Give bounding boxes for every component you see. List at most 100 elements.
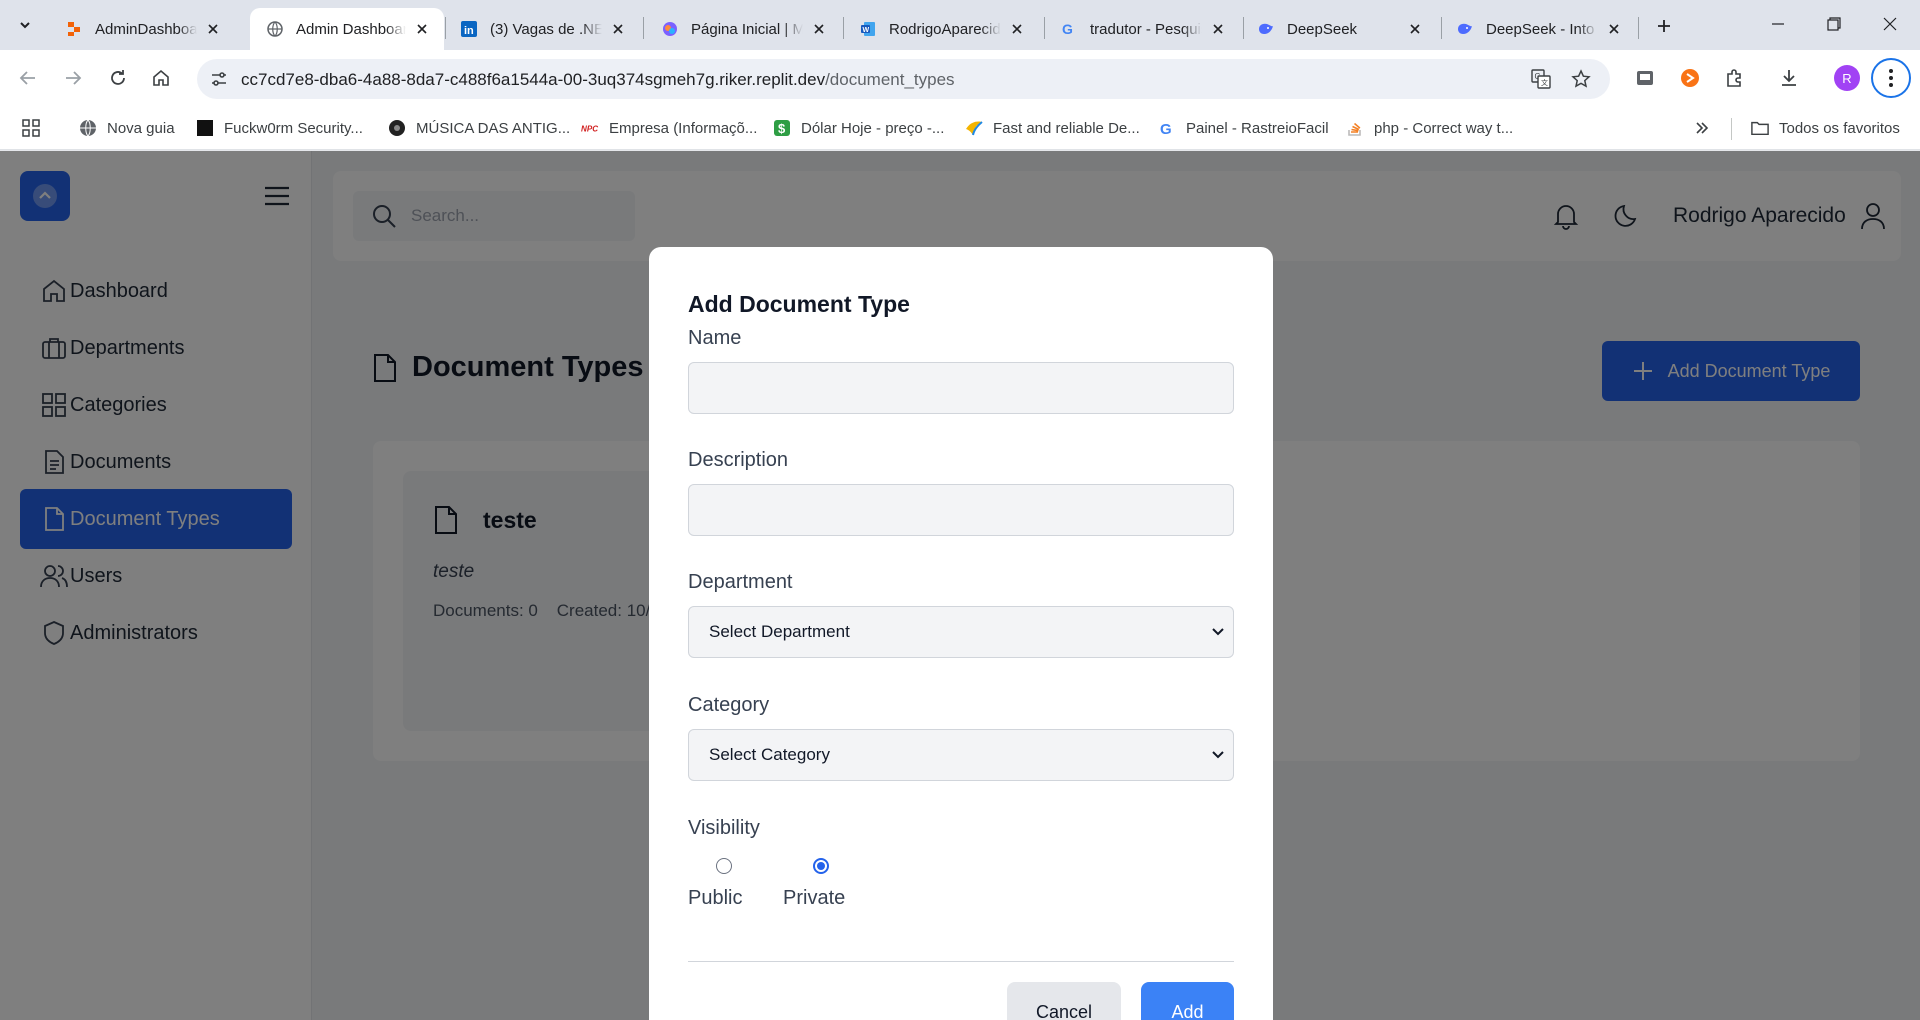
bookmarks-separator [1731, 118, 1732, 140]
browser-tab[interactable]: in (3) Vagas de .NET [444, 8, 640, 50]
more-bookmarks-chevron-icon[interactable] [1694, 117, 1710, 139]
browser-tab-strip: AdminDashboard Admin Dashboard in (3) Va… [0, 0, 1920, 50]
site-info-icon[interactable] [207, 67, 231, 91]
restore-icon[interactable] [1806, 0, 1862, 48]
category-select[interactable]: Select Category [688, 729, 1234, 781]
tab-close-icon[interactable] [1007, 19, 1027, 39]
bookmark-item[interactable]: php - Correct way t... [1346, 117, 1513, 139]
browser-menu-icon[interactable] [1871, 58, 1911, 98]
visibility-public-label[interactable]: Public [688, 887, 742, 910]
bookmark-item[interactable]: Fast and reliable De... [965, 117, 1140, 139]
visibility-private-label[interactable]: Private [783, 887, 845, 910]
tab-separator [1044, 17, 1045, 39]
browser-tab[interactable]: W RodrigoAparecido [843, 8, 1039, 50]
bookmark-label: MÚSICA DAS ANTIG... [416, 119, 571, 137]
browser-tab[interactable]: DeepSeek [1241, 8, 1437, 50]
tab-close-icon[interactable] [203, 19, 223, 39]
bookmark-label: Empresa (Informaçõ... [609, 119, 758, 137]
extension-cast-icon[interactable] [1632, 65, 1658, 91]
stackoverflow-icon [1346, 119, 1364, 137]
download-icon[interactable] [1776, 65, 1802, 91]
all-bookmarks-label: Todos os favoritos [1779, 119, 1900, 137]
description-label: Description [688, 449, 789, 471]
browser-tab[interactable]: AdminDashboard [49, 8, 235, 50]
browser-tab[interactable]: G tradutor - Pesquisa Google [1044, 8, 1240, 50]
npc-icon: NPC [581, 119, 599, 137]
translate-icon[interactable]: G文 [1530, 68, 1552, 90]
bookmark-star-icon[interactable] [1570, 68, 1592, 90]
url-path: /document_types [825, 70, 955, 89]
new-tab-icon[interactable] [1651, 13, 1677, 39]
svg-text:W: W [863, 27, 870, 34]
microsoft365-icon [661, 20, 679, 38]
browser-tab[interactable]: DeepSeek - Into the Unknown [1440, 8, 1636, 50]
tab-separator [1243, 17, 1244, 39]
deepseek-icon [1456, 20, 1474, 38]
apps-grid-icon[interactable] [22, 117, 40, 139]
visibility-label: Visibility [688, 817, 760, 839]
reload-icon[interactable] [103, 63, 133, 93]
svg-text:in: in [464, 25, 474, 37]
all-bookmarks-folder[interactable]: Todos os favoritos [1751, 117, 1900, 139]
tab-search-chevron-icon[interactable] [13, 13, 37, 37]
globe-icon [266, 20, 284, 38]
chevron-down-icon [1211, 748, 1225, 762]
deepseek-icon [1257, 20, 1275, 38]
window-close-icon[interactable] [1862, 0, 1918, 48]
linkedin-icon: in [460, 20, 478, 38]
back-icon[interactable] [13, 63, 43, 93]
browser-tab-active[interactable]: Admin Dashboard [250, 8, 444, 50]
tab-separator [1441, 17, 1442, 39]
bookmark-item[interactable]: NPC Empresa (Informaçõ... [581, 117, 757, 139]
tab-close-icon[interactable] [1208, 19, 1228, 39]
black-square-icon [196, 119, 214, 137]
cancel-button[interactable]: Cancel [1007, 982, 1121, 1020]
bookmark-item[interactable]: MÚSICA DAS ANTIG... [388, 117, 570, 139]
description-input[interactable] [688, 484, 1234, 536]
minimize-icon[interactable] [1750, 0, 1806, 48]
extensions-puzzle-icon[interactable] [1722, 65, 1748, 91]
svg-text:G: G [1062, 21, 1073, 37]
tab-title: DeepSeek [1287, 20, 1358, 38]
tab-separator [1638, 17, 1639, 39]
browser-tab[interactable]: Página Inicial | Microsoft 365 [645, 8, 841, 50]
extension-orange-icon[interactable] [1677, 65, 1703, 91]
tab-title: Admin Dashboard [296, 20, 406, 38]
tab-title: (3) Vagas de .NET [490, 20, 602, 38]
home-icon[interactable] [146, 63, 176, 93]
visibility-public-radio[interactable] [716, 858, 732, 874]
word-icon: W [859, 20, 877, 38]
tab-separator [643, 17, 644, 39]
bookmark-item[interactable]: Nova guia [79, 117, 175, 139]
url-text: cc7cd7e8-dba6-4a88-8da7-c488f6a1544a-00-… [241, 70, 955, 90]
bookmark-item[interactable]: $ Dólar Hoje - preço -... [773, 117, 944, 139]
category-selected: Select Category [709, 745, 830, 764]
visibility-private-radio[interactable] [813, 858, 829, 874]
svg-text:G: G [1160, 121, 1172, 137]
browser-toolbar: cc7cd7e8-dba6-4a88-8da7-c488f6a1544a-00-… [0, 50, 1920, 106]
tab-title: AdminDashboard [95, 20, 197, 38]
svg-text:文: 文 [1541, 78, 1548, 87]
tab-close-icon[interactable] [608, 19, 628, 39]
bookmark-label: Nova guia [107, 119, 175, 137]
forward-icon[interactable] [58, 63, 88, 93]
add-button[interactable]: Add [1141, 982, 1234, 1020]
modal-divider [688, 961, 1234, 962]
replit-icon [65, 20, 83, 38]
tab-close-icon[interactable] [809, 19, 829, 39]
bookmark-item[interactable]: G Painel - RastreioFacil [1158, 117, 1329, 139]
department-select[interactable]: Select Department [688, 606, 1234, 658]
name-input[interactable] [688, 362, 1234, 414]
tab-close-icon[interactable] [412, 19, 432, 39]
address-bar[interactable]: cc7cd7e8-dba6-4a88-8da7-c488f6a1544a-00-… [197, 59, 1610, 99]
vinyl-icon [388, 119, 406, 137]
bookmarks-bar: Nova guia Fuckw0rm Security... MÚSICA DA… [0, 106, 1920, 150]
profile-avatar[interactable]: R [1834, 65, 1860, 91]
tab-title: DeepSeek - Into the Unknown [1486, 20, 1598, 38]
bookmark-item[interactable]: Fuckw0rm Security... [196, 117, 363, 139]
tab-close-icon[interactable] [1405, 19, 1425, 39]
tab-title: Página Inicial | Microsoft 365 [691, 20, 803, 38]
department-selected: Select Department [709, 622, 850, 641]
tab-close-icon[interactable] [1604, 19, 1624, 39]
bookmark-label: Painel - RastreioFacil [1186, 119, 1329, 137]
